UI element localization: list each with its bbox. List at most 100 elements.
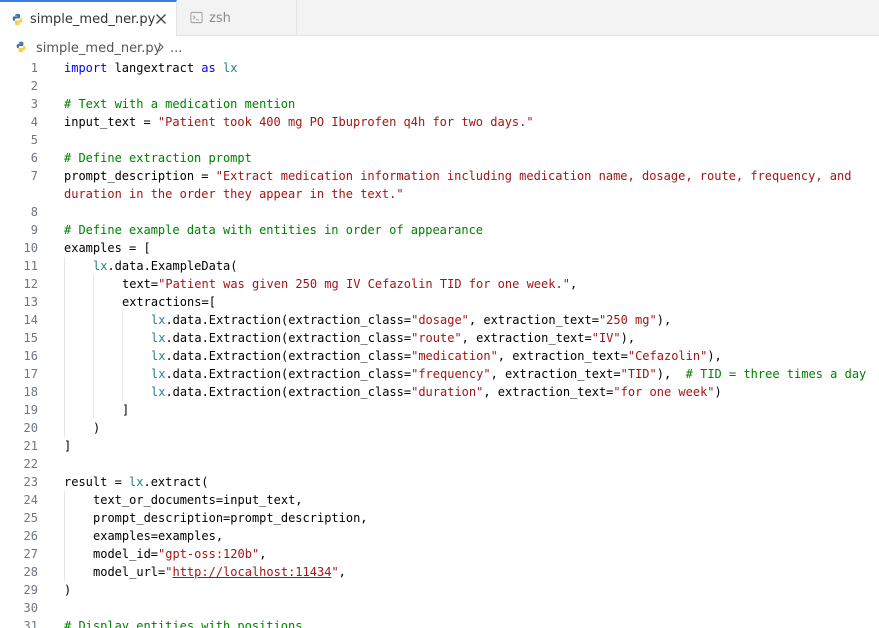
code-line[interactable]: 16 lx.data.Extraction(extraction_class="m… bbox=[0, 347, 879, 365]
code-token: duration in the order they appear in the… bbox=[64, 187, 404, 201]
tab-zsh[interactable]: zsh bbox=[177, 0, 297, 36]
code-token: text_or_documents=input_text, bbox=[93, 493, 303, 507]
code-line[interactable]: 13 extractions=[ bbox=[0, 293, 879, 311]
code-line[interactable]: 7 prompt_description = "Extract medicatio… bbox=[0, 167, 879, 185]
indent-guide bbox=[122, 347, 123, 365]
code-line[interactable]: 24 text_or_documents=input_text, bbox=[0, 491, 879, 509]
code-line[interactable]: 18 lx.data.Extraction(extraction_class="d… bbox=[0, 383, 879, 401]
code-text: ] bbox=[122, 401, 129, 419]
code-token: ] bbox=[64, 439, 72, 453]
code-token: lx bbox=[151, 331, 166, 345]
line-number: 12 bbox=[23, 277, 38, 291]
code-line[interactable]: 15 lx.data.Extraction(extraction_class="r… bbox=[0, 329, 879, 347]
code-text: prompt_description=prompt_description, bbox=[93, 509, 368, 527]
code-text: result = lx.extract( bbox=[64, 473, 209, 491]
tab-simple-med-ner[interactable]: simple_med_ner.py bbox=[0, 0, 177, 37]
code-text: duration in the order they appear in the… bbox=[64, 185, 404, 203]
indent-guide bbox=[93, 329, 94, 347]
code-line[interactable]: 30 bbox=[0, 599, 879, 617]
code-token: lx bbox=[129, 475, 144, 489]
code-token: ), bbox=[656, 313, 672, 327]
code-line[interactable]: 26 examples=examples, bbox=[0, 527, 879, 545]
code-line[interactable]: 22 bbox=[0, 455, 879, 473]
close-icon[interactable] bbox=[155, 13, 167, 25]
code-line[interactable]: duration in the order they appear in the… bbox=[0, 185, 879, 203]
breadcrumb-file[interactable]: simple_med_ner.py bbox=[36, 41, 161, 56]
code-token: "for one week" bbox=[613, 385, 715, 399]
code-line[interactable]: 28 model_url="http://localhost:11434", bbox=[0, 563, 879, 581]
code-token: # TID = three times a day bbox=[685, 367, 867, 381]
code-line[interactable]: 31 # Display entities with positions bbox=[0, 617, 879, 628]
line-number: 20 bbox=[23, 421, 38, 435]
code-editor[interactable]: 1 import langextract as lx 2 3 # Text with a… bbox=[0, 59, 879, 628]
code-token: "medication" bbox=[411, 349, 498, 363]
code-token: "TID" bbox=[620, 367, 657, 381]
code-token: , bbox=[259, 547, 267, 561]
code-token: result = bbox=[64, 475, 130, 489]
code-token: langextract bbox=[114, 61, 202, 75]
code-token[interactable]: http://localhost:11434 bbox=[172, 565, 331, 579]
code-line[interactable]: 10 examples = [ bbox=[0, 239, 879, 257]
code-line[interactable]: 2 bbox=[0, 77, 879, 95]
code-line[interactable]: 5 bbox=[0, 131, 879, 149]
code-text: text="Patient was given 250 mg IV Cefazo… bbox=[122, 275, 577, 293]
line-number: 10 bbox=[23, 241, 38, 255]
code-token: , extraction_text= bbox=[483, 385, 614, 399]
code-text: # Text with a medication mention bbox=[64, 95, 295, 113]
code-line[interactable]: 6 # Define extraction prompt bbox=[0, 149, 879, 167]
indent-guide bbox=[64, 365, 65, 383]
code-line[interactable]: 25 prompt_description=prompt_description, bbox=[0, 509, 879, 527]
line-number: 22 bbox=[23, 457, 38, 471]
code-token: .data.Extraction(extraction_class= bbox=[165, 367, 412, 381]
line-number: 15 bbox=[23, 331, 38, 345]
indent-guide bbox=[93, 347, 94, 365]
code-line[interactable]: 14 lx.data.Extraction(extraction_class="d… bbox=[0, 311, 879, 329]
code-line[interactable]: 19] bbox=[0, 401, 879, 419]
code-token: " bbox=[331, 565, 339, 579]
indent-guide bbox=[64, 563, 65, 581]
code-text: import langextract as lx bbox=[64, 59, 237, 77]
code-line[interactable]: 23 result = lx.extract( bbox=[0, 473, 879, 491]
code-text: text_or_documents=input_text, bbox=[93, 491, 303, 509]
breadcrumb-more[interactable]: ... bbox=[170, 41, 182, 56]
code-token: lx bbox=[151, 367, 166, 381]
code-line[interactable]: 4 input_text = "Patient took 400 mg PO Ib… bbox=[0, 113, 879, 131]
code-line[interactable]: 29) bbox=[0, 581, 879, 599]
code-line[interactable]: 8 bbox=[0, 203, 879, 221]
code-token: "route" bbox=[411, 331, 462, 345]
code-token: .extract( bbox=[143, 475, 209, 489]
code-line[interactable]: 9 # Define example data with entities in … bbox=[0, 221, 879, 239]
indent-guide bbox=[64, 545, 65, 563]
indent-guide bbox=[93, 401, 94, 419]
line-number: 29 bbox=[23, 583, 38, 597]
indent-guide bbox=[64, 491, 65, 509]
line-number: 17 bbox=[23, 367, 38, 381]
line-number: 19 bbox=[23, 403, 38, 417]
indent-guide bbox=[64, 275, 65, 293]
code-token: , bbox=[338, 565, 346, 579]
terminal-icon bbox=[190, 11, 203, 24]
code-token: as bbox=[201, 61, 223, 75]
indent-guide bbox=[122, 329, 123, 347]
code-line[interactable]: 3 # Text with a medication mention bbox=[0, 95, 879, 113]
code-line[interactable]: 17 lx.data.Extraction(extraction_class="f… bbox=[0, 365, 879, 383]
indent-guide bbox=[64, 311, 65, 329]
code-line[interactable]: 12 text="Patient was given 250 mg IV Cefa… bbox=[0, 275, 879, 293]
indent-guide bbox=[122, 311, 123, 329]
code-token: ), bbox=[707, 349, 722, 363]
code-line[interactable]: 27 model_id="gpt-oss:120b", bbox=[0, 545, 879, 563]
code-token: examples=examples, bbox=[93, 529, 224, 543]
code-line[interactable]: 20) bbox=[0, 419, 879, 437]
line-number: 26 bbox=[23, 529, 38, 543]
line-number: 21 bbox=[23, 439, 38, 453]
code-line[interactable]: 1 import langextract as lx bbox=[0, 59, 879, 77]
code-text: lx.data.Extraction(extraction_class="dos… bbox=[151, 311, 671, 329]
code-line[interactable]: 11 lx.data.ExampleData( bbox=[0, 257, 879, 275]
code-text: prompt_description = "Extract medication… bbox=[64, 167, 851, 185]
code-token: "Cefazolin" bbox=[627, 349, 708, 363]
code-token: , extraction_text= bbox=[468, 313, 599, 327]
code-token: ) bbox=[93, 421, 101, 435]
line-number: 11 bbox=[23, 259, 38, 273]
code-token: # Define extraction prompt bbox=[64, 151, 252, 165]
code-line[interactable]: 21] bbox=[0, 437, 879, 455]
